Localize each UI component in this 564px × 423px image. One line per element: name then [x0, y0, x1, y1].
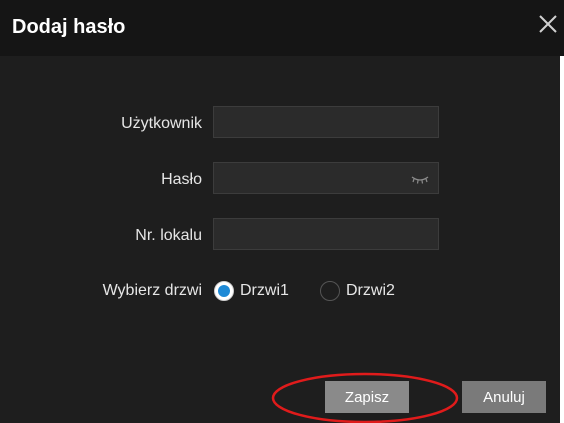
user-input[interactable] — [214, 107, 438, 137]
save-button[interactable]: Zapisz — [325, 381, 409, 413]
unit-number-field[interactable] — [213, 218, 439, 250]
eye-closed-icon[interactable] — [410, 172, 430, 186]
door1-radio-label[interactable]: Drzwi1 — [240, 281, 289, 301]
add-password-dialog: Dodaj hasło Użytkownik Hasło Nr. lokalu … — [0, 0, 564, 423]
background-edge — [560, 56, 564, 423]
cancel-button[interactable]: Anuluj — [462, 381, 546, 413]
dialog-title: Dodaj hasło — [12, 16, 126, 38]
door2-radio[interactable] — [320, 281, 340, 301]
door-select-label: Wybierz drzwi — [102, 282, 202, 299]
password-label: Hasło — [161, 171, 202, 188]
unit-number-input[interactable] — [214, 219, 438, 249]
unit-number-label: Nr. lokalu — [135, 227, 202, 244]
close-icon[interactable] — [536, 12, 560, 36]
door1-radio[interactable] — [214, 281, 234, 301]
door2-radio-label[interactable]: Drzwi2 — [346, 281, 395, 301]
user-field[interactable] — [213, 106, 439, 138]
dialog-titlebar: Dodaj hasło — [0, 0, 564, 56]
user-label: Użytkownik — [121, 115, 202, 132]
password-input[interactable] — [214, 163, 438, 193]
password-field[interactable] — [213, 162, 439, 194]
